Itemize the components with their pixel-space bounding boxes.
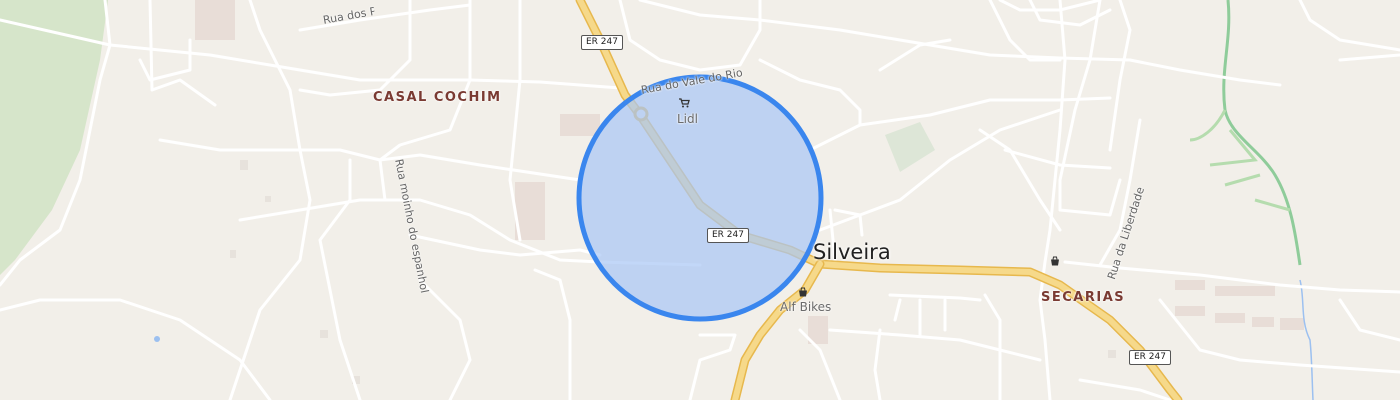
stream-branch xyxy=(1189,109,1291,212)
road-shield-er247: ER 247 xyxy=(707,228,749,243)
pond xyxy=(154,336,160,342)
poi-label-lidl[interactable]: Lidl xyxy=(677,112,698,126)
road-shield-er247: ER 247 xyxy=(1129,350,1171,365)
road-shield-er247: ER 247 xyxy=(581,35,623,50)
place-label-casal-cochim[interactable]: CASAL COCHIM xyxy=(373,90,502,105)
river-line xyxy=(1299,279,1314,400)
stream xyxy=(1222,0,1302,266)
map-view[interactable]: ER 247 ER 247 ER 247 CASAL COCHIM SECARI… xyxy=(0,0,1400,400)
location-radius-circle xyxy=(576,74,824,322)
town-label-silveira[interactable]: Silveira xyxy=(813,240,891,264)
park-area xyxy=(885,122,935,172)
map-canvas[interactable] xyxy=(0,0,1400,400)
place-label-secarias[interactable]: SECARIAS xyxy=(1041,290,1125,305)
poi-label-alf-bikes[interactable]: Alf Bikes xyxy=(780,300,831,314)
